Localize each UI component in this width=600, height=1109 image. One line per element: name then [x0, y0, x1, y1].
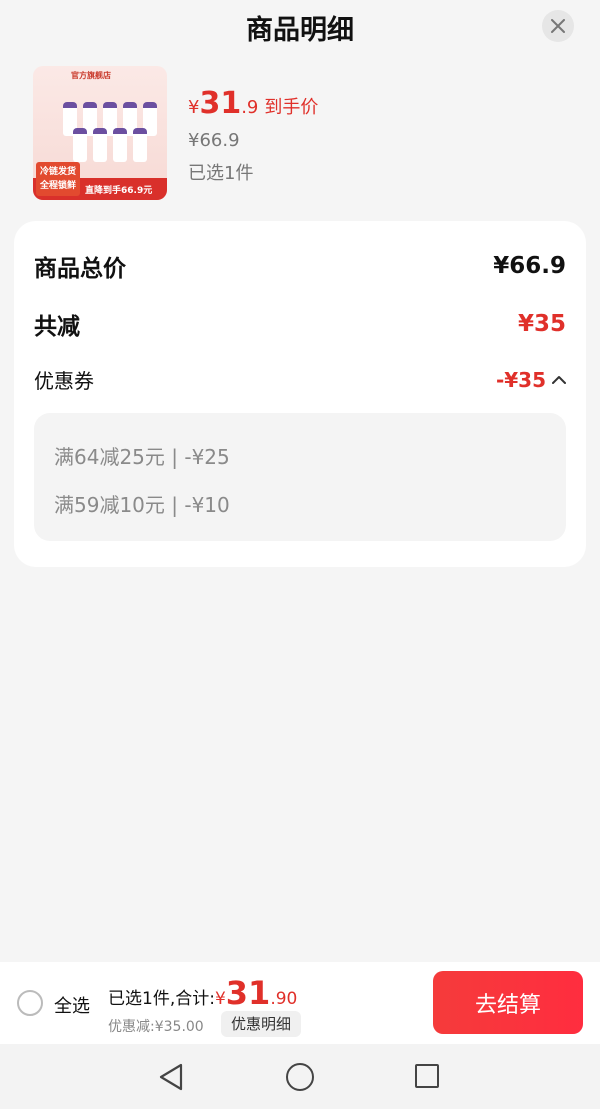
- discount-amount: 优惠减:¥35.00: [108, 1019, 204, 1035]
- order-total-decimal: .90: [270, 989, 298, 1009]
- page-title: 商品明细: [246, 15, 354, 46]
- cold-chain-line1: 冷链发货: [40, 167, 77, 177]
- original-price: ¥66.9: [188, 130, 240, 151]
- total-price-value: ¥66.9: [493, 253, 566, 279]
- coupon-detail-item: 满59减10元 | -¥10: [54, 493, 230, 517]
- total-price-label: 商品总价: [34, 256, 126, 282]
- coupon-value: -¥35: [495, 367, 546, 392]
- coupon-row[interactable]: 优惠券 -¥35: [34, 365, 566, 394]
- header: 商品明细: [0, 0, 600, 56]
- price-decimal: .9: [241, 97, 259, 118]
- price-currency: ¥: [188, 97, 200, 118]
- system-nav-bar: [0, 1044, 600, 1109]
- bottle-image: [113, 128, 127, 162]
- checkout-bar: 全选 已选1件,合计:¥31.90 优惠减:¥35.00 优惠明细 去结算: [0, 962, 600, 1044]
- reduction-row: 共减 ¥35: [34, 307, 566, 341]
- reduction-label: 共减: [34, 314, 80, 340]
- product-summary: 官方旗舰店 冷链发货 全程锁鲜 直降到手66.9元 ¥31.9 到手价 ¥66.9…: [33, 66, 573, 202]
- final-price: ¥31.9 到手价: [188, 86, 318, 121]
- coupon-value-group[interactable]: -¥35: [496, 368, 566, 392]
- coupon-detail-item: 满64减25元 | -¥25: [54, 445, 230, 469]
- bottle-image: [133, 128, 147, 162]
- price-integer: 31: [199, 86, 242, 121]
- bottle-image: [73, 128, 87, 162]
- select-all-label[interactable]: 全选: [54, 992, 90, 1018]
- reduction-value: ¥35: [517, 311, 566, 337]
- close-icon: [551, 19, 565, 33]
- order-total-integer: 31: [225, 974, 271, 1012]
- total-price-row: 商品总价 ¥66.9: [34, 249, 566, 283]
- price-suffix: 到手价: [264, 97, 319, 118]
- checkout-button[interactable]: 去结算: [433, 971, 583, 1034]
- order-total-label: 已选1件,合计:: [108, 989, 215, 1009]
- recent-apps-icon[interactable]: [415, 1064, 439, 1088]
- drop-price-text: 直降到手66.9元: [85, 186, 153, 196]
- chevron-up-icon[interactable]: [552, 375, 566, 385]
- cold-chain-badge: 冷链发货 全程锁鲜: [36, 162, 80, 196]
- discount-detail-button[interactable]: 优惠明细: [221, 1011, 302, 1037]
- order-total-currency: ¥: [214, 989, 226, 1009]
- home-icon[interactable]: [286, 1063, 314, 1091]
- official-store-tag: 官方旗舰店: [71, 71, 111, 80]
- cold-chain-line2: 全程锁鲜: [40, 181, 77, 191]
- bottle-image: [93, 128, 107, 162]
- select-all-checkbox[interactable]: [17, 990, 43, 1016]
- price-breakdown-card: 商品总价 ¥66.9 共减 ¥35 优惠券 -¥35 满64减25元 | -¥2…: [14, 221, 586, 567]
- coupon-detail-box: 满64减25元 | -¥25 满59减10元 | -¥10: [34, 413, 566, 541]
- coupon-label: 优惠券: [34, 369, 94, 393]
- order-total: 已选1件,合计:¥31.90: [108, 974, 297, 1012]
- close-button[interactable]: [542, 10, 574, 42]
- selected-count: 已选1件: [188, 163, 254, 184]
- back-icon[interactable]: [157, 1062, 185, 1092]
- product-thumbnail: 官方旗舰店 冷链发货 全程锁鲜 直降到手66.9元: [33, 66, 167, 200]
